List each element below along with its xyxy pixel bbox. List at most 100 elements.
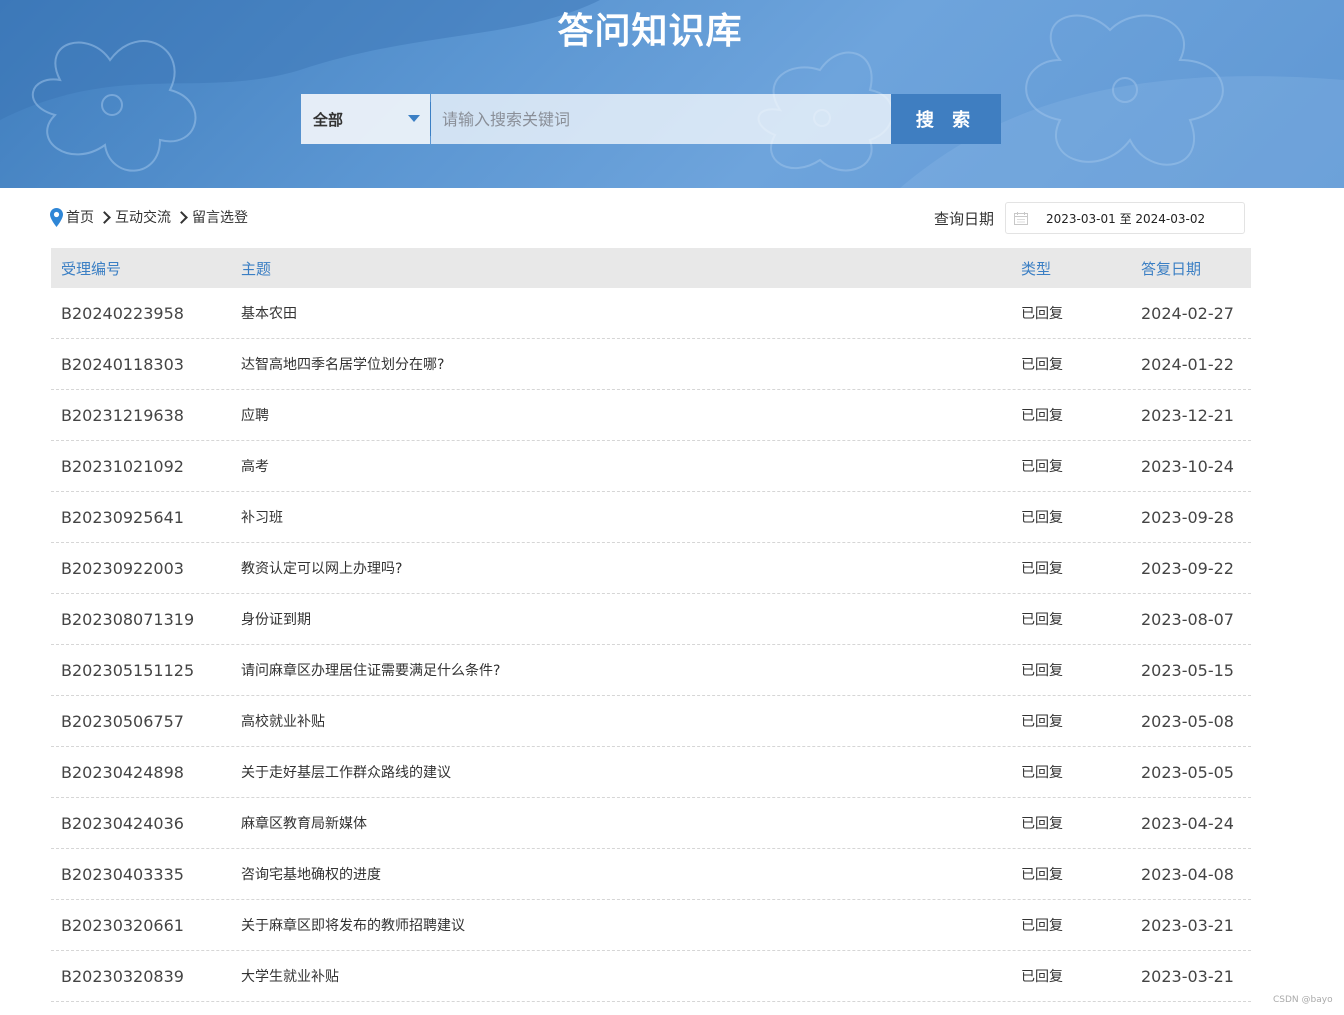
row-subject-cell: 请问麻章区办理居住证需要满足什么条件?	[231, 660, 1011, 680]
row-subject[interactable]: 关于麻章区即将发布的教师招聘建议	[241, 918, 465, 934]
row-type: 已回复	[1021, 459, 1063, 475]
table-row[interactable]: B20230424898 关于走好基层工作群众路线的建议 已回复 2023-05-05	[51, 747, 1251, 798]
row-id: B20230506757	[61, 711, 184, 731]
table-row[interactable]: B20230320839 大学生就业补贴 已回复 2023-03-21	[51, 951, 1251, 1002]
row-id-cell: B20230320839	[51, 967, 231, 986]
row-type: 已回复	[1021, 867, 1063, 883]
table-row[interactable]: B20230320661 关于麻章区即将发布的教师招聘建议 已回复 2023-03-2…	[51, 900, 1251, 951]
row-id: B20230320661	[61, 915, 184, 935]
row-id: B20230424898	[61, 762, 184, 782]
row-subject[interactable]: 请问麻章区办理居住证需要满足什么条件?	[241, 663, 500, 679]
row-type-cell: 已回复	[1011, 507, 1131, 527]
table-row[interactable]: B20230925641 补习班 已回复 2023-09-28	[51, 492, 1251, 543]
table-row[interactable]: B202308071319 身份证到期 已回复 2023-08-07	[51, 594, 1251, 645]
row-date-cell: 2023-05-15	[1131, 661, 1251, 680]
row-date-cell: 2023-05-08	[1131, 712, 1251, 731]
header-subject: 主题	[241, 259, 272, 278]
search-bar: 全部 搜 索	[301, 94, 1001, 144]
row-type-cell: 已回复	[1011, 813, 1131, 833]
table-row[interactable]: B20231219638 应聘 已回复 2023-12-21	[51, 390, 1251, 441]
table-row[interactable]: B20231021092 高考 已回复 2023-10-24	[51, 441, 1251, 492]
row-id-cell: B20230506757	[51, 712, 231, 731]
row-id-cell: B20230922003	[51, 559, 231, 578]
row-id-cell: B20240223958	[51, 304, 231, 323]
row-date: 2023-05-15	[1141, 660, 1234, 680]
search-input[interactable]	[431, 94, 891, 144]
row-type-cell: 已回复	[1011, 354, 1131, 374]
row-subject[interactable]: 教资认定可以网上办理吗?	[241, 561, 402, 577]
header-date: 答复日期	[1141, 259, 1202, 278]
table-row[interactable]: B20230506757 高校就业补贴 已回复 2023-05-08	[51, 696, 1251, 747]
table-row[interactable]: B20230424036 麻章区教育局新媒体 已回复 2023-04-24	[51, 798, 1251, 849]
row-subject-cell: 达智高地四季名居学位划分在哪?	[231, 354, 1011, 374]
row-date-cell: 2023-09-28	[1131, 508, 1251, 527]
row-date: 2023-09-28	[1141, 507, 1234, 527]
banner: 答问知识库 全部 搜 索	[0, 0, 1344, 188]
row-id: B202305151125	[61, 660, 195, 680]
row-id-cell: B20240118303	[51, 355, 231, 374]
table-header: 受理编号 主题 类型 答复日期	[51, 248, 1251, 288]
date-query: 查询日期 2023-03-01 至 2024-03-02	[934, 202, 1246, 234]
location-pin-icon	[50, 207, 63, 227]
row-id: B20240223958	[61, 303, 184, 323]
row-date: 2023-03-21	[1141, 966, 1234, 986]
table-row[interactable]: B20240118303 达智高地四季名居学位划分在哪? 已回复 2024-01-22	[51, 339, 1251, 390]
row-date: 2023-04-24	[1141, 813, 1234, 833]
row-subject-cell: 高校就业补贴	[231, 711, 1011, 731]
row-subject-cell: 高考	[231, 456, 1011, 476]
row-type: 已回复	[1021, 765, 1063, 781]
table-row[interactable]: B20230922003 教资认定可以网上办理吗? 已回复 2023-09-22	[51, 543, 1251, 594]
row-type-cell: 已回复	[1011, 915, 1131, 935]
header-id: 受理编号	[61, 259, 122, 278]
row-id-cell: B20230320661	[51, 916, 231, 935]
row-type-cell: 已回复	[1011, 456, 1131, 476]
breadcrumb-home[interactable]: 首页	[66, 207, 94, 227]
row-subject[interactable]: 关于走好基层工作群众路线的建议	[241, 765, 451, 781]
row-type: 已回复	[1021, 561, 1063, 577]
row-subject[interactable]: 大学生就业补贴	[241, 969, 339, 985]
table-row[interactable]: B202305151125 请问麻章区办理居住证需要满足什么条件? 已回复 2023-…	[51, 645, 1251, 696]
row-subject[interactable]: 咨询宅基地确权的进度	[241, 867, 381, 883]
row-type: 已回复	[1021, 612, 1063, 628]
table-row[interactable]: B20230403335 咨询宅基地确权的进度 已回复 2023-04-08	[51, 849, 1251, 900]
row-date: 2023-10-24	[1141, 456, 1234, 476]
row-type: 已回复	[1021, 663, 1063, 679]
row-id: B20230424036	[61, 813, 184, 833]
breadcrumb-current: 留言选登	[192, 210, 248, 226]
row-subject[interactable]: 身份证到期	[241, 612, 311, 628]
search-button[interactable]: 搜 索	[891, 94, 1001, 144]
row-type: 已回复	[1021, 357, 1063, 373]
row-id: B20230922003	[61, 558, 184, 578]
row-id: B20230320839	[61, 966, 184, 986]
row-type-cell: 已回复	[1011, 711, 1131, 731]
breadcrumb-interaction[interactable]: 互动交流	[115, 207, 171, 227]
row-subject[interactable]: 麻章区教育局新媒体	[241, 816, 367, 832]
row-date: 2024-01-22	[1141, 354, 1234, 374]
calendar-icon	[1014, 211, 1029, 225]
row-type-cell: 已回复	[1011, 966, 1131, 986]
table-row[interactable]: B20240223958 基本农田 已回复 2024-02-27	[51, 288, 1251, 339]
row-id-cell: B20230424898	[51, 763, 231, 782]
header-type: 类型	[1021, 259, 1052, 278]
row-subject[interactable]: 应聘	[241, 408, 269, 424]
search-scope-value: 全部	[313, 110, 344, 129]
row-date-cell: 2023-12-21	[1131, 406, 1251, 425]
row-subject[interactable]: 基本农田	[241, 306, 297, 322]
row-subject[interactable]: 高校就业补贴	[241, 714, 325, 730]
row-date: 2023-09-22	[1141, 558, 1234, 578]
row-date: 2023-03-21	[1141, 915, 1234, 935]
row-subject[interactable]: 高考	[241, 459, 269, 475]
row-id: B20230403335	[61, 864, 184, 884]
row-date-cell: 2023-04-24	[1131, 814, 1251, 833]
date-range-picker[interactable]: 2023-03-01 至 2024-03-02	[1005, 202, 1246, 234]
row-type-cell: 已回复	[1011, 558, 1131, 578]
row-subject[interactable]: 达智高地四季名居学位划分在哪?	[241, 357, 444, 373]
row-type: 已回复	[1021, 306, 1063, 322]
table-body: B20240223958 基本农田 已回复 2024-02-27 B2024011830…	[51, 288, 1251, 1002]
row-id: B202308071319	[61, 609, 195, 629]
row-date-cell: 2023-08-07	[1131, 610, 1251, 629]
row-subject[interactable]: 补习班	[241, 510, 283, 526]
row-id-cell: B20231219638	[51, 406, 231, 425]
row-id: B20240118303	[61, 354, 184, 374]
search-scope-select[interactable]: 全部	[301, 94, 430, 144]
